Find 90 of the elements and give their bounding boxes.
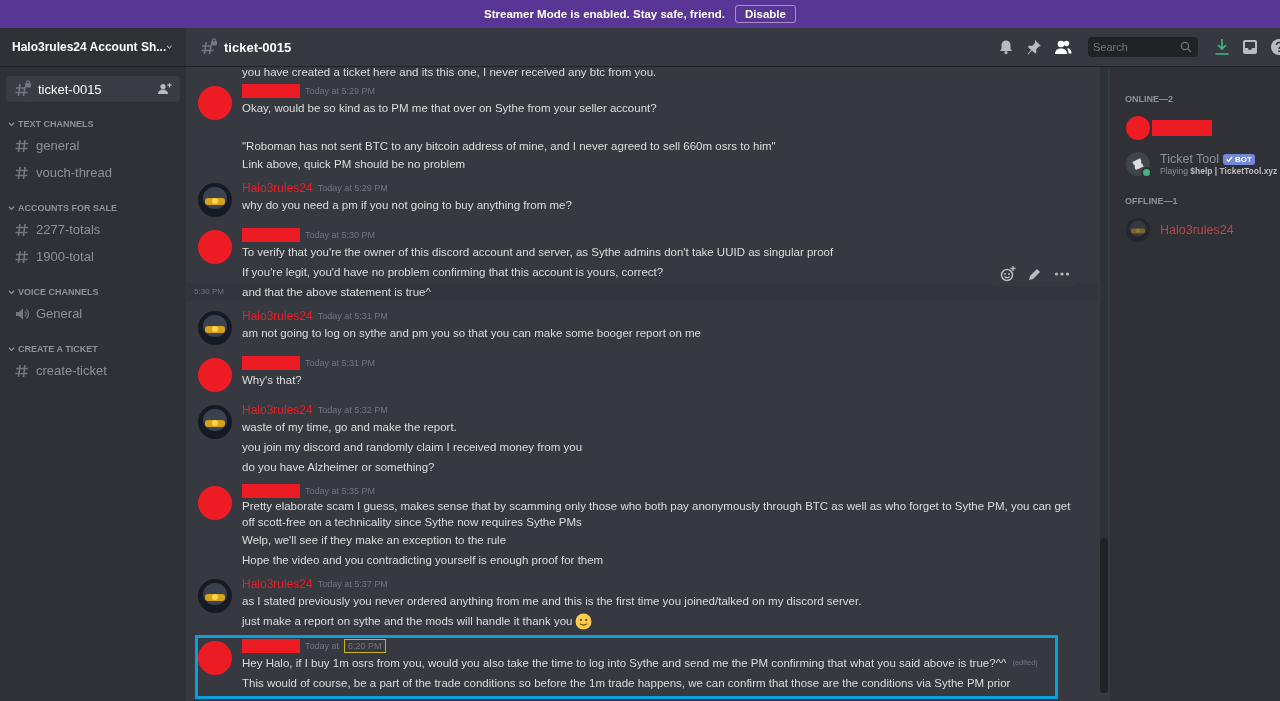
hash-icon	[14, 164, 30, 181]
message-text: as I stated previously you never ordered anything from me and this is the first time you joined/talked on my discord server.	[242, 594, 862, 609]
channel-item[interactable]: ticket-0015	[6, 76, 180, 102]
more-icon[interactable]	[1054, 271, 1070, 277]
hash-icon	[14, 362, 30, 379]
server-name[interactable]: Halo3rules24 Account Sh...	[12, 40, 167, 54]
redaction-bar	[1152, 120, 1212, 136]
disable-button[interactable]: Disable	[735, 5, 796, 23]
member-name: Halo3rules24	[1160, 223, 1234, 237]
username[interactable]: Halo3rules24	[242, 403, 313, 417]
channel-title: ticket-0015	[224, 39, 293, 55]
helmet-avatar	[198, 405, 232, 439]
message-text: and that the above statement is true^	[242, 285, 431, 300]
hash-icon	[14, 137, 30, 154]
members-icon[interactable]	[1054, 39, 1072, 55]
member-name: Ticket Tool	[1160, 152, 1220, 166]
redacted-avatar	[198, 230, 232, 264]
message-text: Welp, we'll see if they make an exception to the rule	[242, 533, 507, 548]
scrollbar-thumb[interactable]	[1100, 538, 1108, 693]
hash-icon	[14, 248, 30, 265]
member-activity: Playing $help | TicketTool.xyz	[1160, 166, 1278, 176]
pin-icon[interactable]	[1026, 39, 1042, 55]
channel-item[interactable]: 2277-totals	[6, 216, 180, 243]
bell-icon[interactable]	[998, 39, 1014, 55]
message-text: If you're legit, you'd have no problem confirming that this account is yours, correct?	[242, 265, 664, 280]
message-text: This would of course, be a part of the trade conditions so before the 1m trade happens, we can confirm that those are the conditions via Sythe PM prior	[242, 676, 1011, 691]
username[interactable]: Halo3rules24	[242, 181, 313, 195]
message-text: Okay, would be so kind as to PM me that over on Sythe from your seller account?	[242, 101, 657, 116]
message-text: am not going to log on sythe and pm you so that you can make some booger report on me	[242, 326, 701, 341]
username[interactable]: Halo3rules24	[242, 577, 313, 591]
inbox-icon[interactable]	[1242, 39, 1258, 55]
message-text: why do you need a pm if you not going to buy anything from me?	[242, 198, 572, 213]
helmet-avatar	[198, 183, 232, 217]
helmet-avatar	[198, 311, 232, 345]
message-text: waste of my time, go and make the report.	[242, 420, 457, 435]
redaction-bar	[242, 484, 300, 498]
message-text: Why's that?	[242, 373, 302, 388]
message-text: you have created a ticket here and its this one, I never received any btc from you.	[241, 66, 658, 79]
category-label[interactable]: VOICE CHANNELS	[18, 287, 99, 297]
redaction-bar	[242, 228, 300, 242]
redaction-bar	[242, 639, 300, 653]
category-label[interactable]: ACCOUNTS FOR SALE	[18, 203, 117, 213]
ticket-avatar	[1126, 152, 1150, 176]
hash-icon	[14, 221, 30, 238]
message-text: do you have Alzheimer or something?	[242, 460, 435, 475]
add-member-icon[interactable]	[158, 83, 172, 95]
member-item[interactable]: Halo3rules24	[1118, 212, 1280, 248]
helmet-avatar	[198, 579, 232, 613]
add-reaction-icon[interactable]	[1000, 266, 1016, 282]
message-text: just make a report on sythe and the mods will handle it thank you	[242, 614, 573, 629]
redacted-avatar	[198, 641, 232, 675]
chevron-icon	[8, 120, 15, 128]
timestamp: 6:20 PM	[344, 639, 386, 653]
section-heading: ONLINE—2	[1125, 94, 1174, 104]
locked-hash-icon	[14, 80, 32, 98]
message-text: Pretty elaborate scam I guess, makes sense that by scamming only those who both pay anonymously through BTC as well as who forget to Sythe PM, you can get off scott-free on a technicality since Sythe now requires Sythe PMs	[242, 499, 1072, 530]
redaction-bar	[242, 84, 300, 98]
bot-badge: BOT	[1223, 153, 1255, 165]
banner-text: Streamer Mode is enabled. Stay safe, friend.	[484, 8, 725, 20]
channel-item[interactable]: 1900-total	[6, 243, 180, 270]
category-label[interactable]: TEXT CHANNELS	[18, 119, 94, 129]
redacted-avatar	[198, 86, 232, 120]
message-text: Hope the video and you contradicting yourself is enough proof for them	[242, 553, 604, 568]
channel-item[interactable]: General	[6, 300, 180, 327]
chevron-icon	[8, 345, 15, 353]
member-item[interactable]: Ticket Tool BOT Playing $help | TicketTool.xyz	[1118, 146, 1280, 182]
download-icon[interactable]	[1214, 38, 1230, 56]
redacted-avatar	[1126, 116, 1150, 140]
channel-item[interactable]: vouch-thread	[6, 159, 180, 186]
redacted-avatar	[198, 358, 232, 392]
chevron-icon	[8, 204, 15, 212]
check-icon	[1226, 155, 1234, 163]
channel-item[interactable]: create-ticket	[6, 357, 180, 384]
redaction-bar	[242, 356, 300, 370]
help-icon[interactable]	[1270, 38, 1280, 56]
message-text: "Roboman has not sent BTC to any bitcoin address of mine, and I never agreed to sell 660m osrs to him"	[242, 139, 776, 154]
section-heading: OFFLINE—1	[1125, 196, 1179, 206]
search-icon	[1180, 41, 1192, 53]
chevron-icon	[8, 288, 15, 296]
message-text: you join my discord and randomly claim I received money from you	[242, 440, 583, 455]
helmet-avatar	[1126, 218, 1150, 242]
message-text: To verify that you're the owner of this discord account and server, as Sythe admins don't take UUID as singular proof	[242, 245, 834, 260]
message-text: Link above, quick PM should be no problem	[242, 157, 466, 172]
locked-hash-icon	[200, 38, 218, 56]
search-field[interactable]: Search	[1088, 37, 1198, 57]
username[interactable]: Halo3rules24	[242, 309, 313, 323]
message-text: Hey Halo, if I buy 1m osrs from you, would you also take the time to log into Sythe and send me the PM confirming that what you said above is true?^^	[242, 656, 1007, 671]
category-label[interactable]: CREATE A TICKET	[18, 344, 98, 354]
channel-item[interactable]: general	[6, 132, 180, 159]
redacted-avatar	[198, 486, 232, 520]
